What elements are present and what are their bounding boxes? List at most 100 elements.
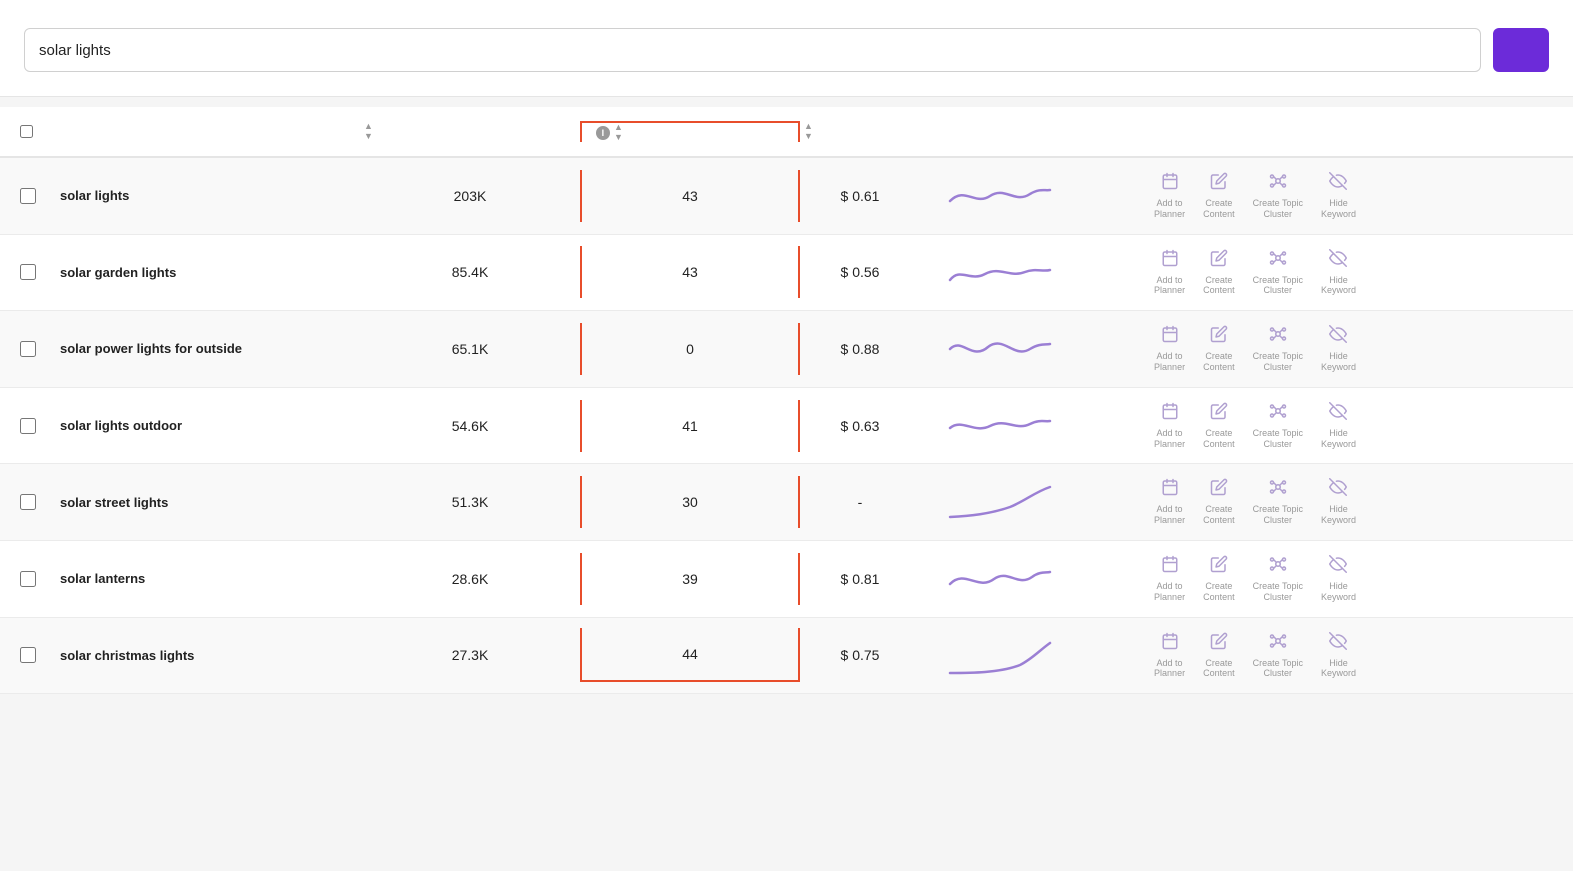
row-checkbox-5[interactable]	[20, 571, 36, 587]
col-header-cpc[interactable]: ▲▼	[800, 122, 920, 141]
volume-cell: 54.6K	[360, 418, 580, 434]
cpc-cell: $ 0.61	[800, 188, 920, 204]
action-btn-add-planner[interactable]: Add toPlanner	[1150, 321, 1189, 377]
action-btn-create-topic-cluster[interactable]: Create TopicCluster	[1249, 551, 1307, 607]
edit-icon	[1210, 555, 1228, 578]
row-checkbox-1[interactable]	[20, 264, 36, 280]
action-btn-create-topic-cluster[interactable]: Create TopicCluster	[1249, 321, 1307, 377]
volume-cell: 65.1K	[360, 341, 580, 357]
difficulty-cell: 43	[580, 246, 800, 298]
action-cell: Add toPlanner CreateContent Create Topic…	[1080, 628, 1360, 684]
calendar-icon	[1161, 632, 1179, 655]
action-btn-hide-keyword[interactable]: HideKeyword	[1317, 245, 1360, 301]
row-checkbox-cell	[20, 188, 60, 204]
difficulty-cell: 30	[580, 476, 800, 528]
keyword-cell: solar christmas lights	[60, 648, 360, 663]
action-btn-add-planner[interactable]: Add toPlanner	[1150, 628, 1189, 684]
difficulty-cell: 39	[580, 553, 800, 605]
action-btn-create-topic-cluster[interactable]: Create TopicCluster	[1249, 628, 1307, 684]
table-row: solar power lights for outside 65.1K 0 $…	[0, 311, 1573, 388]
keyword-cell: solar lanterns	[60, 571, 360, 586]
action-btn-hide-keyword[interactable]: HideKeyword	[1317, 321, 1360, 377]
trends-cell	[920, 635, 1080, 675]
generate-keywords-button[interactable]	[1493, 28, 1549, 72]
table-row: solar lanterns 28.6K 39 $ 0.81 Add toPla…	[0, 541, 1573, 618]
difficulty-sort-icon: ▲▼	[614, 123, 623, 142]
keyword-cell: solar lights	[60, 188, 360, 203]
trends-cell	[920, 252, 1080, 292]
action-btn-create-content[interactable]: CreateContent	[1199, 168, 1239, 224]
action-btn-create-content[interactable]: CreateContent	[1199, 321, 1239, 377]
row-checkbox-cell	[20, 647, 60, 663]
trends-cell	[920, 176, 1080, 216]
action-btn-create-topic-cluster[interactable]: Create TopicCluster	[1249, 398, 1307, 454]
edit-icon	[1210, 249, 1228, 272]
difficulty-info-icon[interactable]: i	[596, 126, 610, 140]
col-header-checkbox	[20, 125, 60, 138]
volume-cell: 27.3K	[360, 647, 580, 663]
hide-icon	[1329, 325, 1347, 348]
action-btn-add-planner[interactable]: Add toPlanner	[1150, 398, 1189, 454]
trends-cell	[920, 559, 1080, 599]
cluster-icon	[1269, 555, 1287, 578]
action-cell: Add toPlanner CreateContent Create Topic…	[1080, 168, 1360, 224]
action-btn-create-content[interactable]: CreateContent	[1199, 245, 1239, 301]
volume-cell: 51.3K	[360, 494, 580, 510]
col-header-difficulty[interactable]: i ▲▼	[580, 121, 800, 142]
keyword-cell: solar power lights for outside	[60, 341, 360, 356]
action-btn-create-content[interactable]: CreateContent	[1199, 551, 1239, 607]
volume-cell: 85.4K	[360, 264, 580, 280]
action-btn-hide-keyword[interactable]: HideKeyword	[1317, 474, 1360, 530]
action-btn-create-topic-cluster[interactable]: Create TopicCluster	[1249, 168, 1307, 224]
action-cell: Add toPlanner CreateContent Create Topic…	[1080, 551, 1360, 607]
row-checkbox-6[interactable]	[20, 647, 36, 663]
trends-cell	[920, 482, 1080, 522]
keywords-table: ▲▼ i ▲▼ ▲▼ solar lights 203K 43	[0, 107, 1573, 694]
row-checkbox-cell	[20, 264, 60, 280]
hide-icon	[1329, 172, 1347, 195]
cpc-cell: $ 0.81	[800, 571, 920, 587]
hide-icon	[1329, 249, 1347, 272]
trends-cell	[920, 406, 1080, 446]
row-checkbox-cell	[20, 418, 60, 434]
cpc-cell: $ 0.88	[800, 341, 920, 357]
row-checkbox-0[interactable]	[20, 188, 36, 204]
edit-icon	[1210, 402, 1228, 425]
seed-keyword-input[interactable]	[24, 28, 1481, 72]
row-checkbox-2[interactable]	[20, 341, 36, 357]
keyword-cell: solar lights outdoor	[60, 418, 360, 433]
action-btn-add-planner[interactable]: Add toPlanner	[1150, 551, 1189, 607]
cluster-icon	[1269, 325, 1287, 348]
col-header-volume[interactable]: ▲▼	[360, 122, 580, 141]
row-checkbox-3[interactable]	[20, 418, 36, 434]
cluster-icon	[1269, 632, 1287, 655]
action-btn-create-content[interactable]: CreateContent	[1199, 398, 1239, 454]
cpc-cell: $ 0.75	[800, 647, 920, 663]
action-btn-create-topic-cluster[interactable]: Create TopicCluster	[1249, 474, 1307, 530]
action-btn-create-content[interactable]: CreateContent	[1199, 474, 1239, 530]
action-btn-hide-keyword[interactable]: HideKeyword	[1317, 551, 1360, 607]
action-btn-hide-keyword[interactable]: HideKeyword	[1317, 628, 1360, 684]
action-btn-create-topic-cluster[interactable]: Create TopicCluster	[1249, 245, 1307, 301]
table-header-row: ▲▼ i ▲▼ ▲▼	[0, 107, 1573, 158]
cpc-cell: $ 0.56	[800, 264, 920, 280]
hide-icon	[1329, 478, 1347, 501]
edit-icon	[1210, 172, 1228, 195]
action-btn-add-planner[interactable]: Add toPlanner	[1150, 474, 1189, 530]
calendar-icon	[1161, 249, 1179, 272]
calendar-icon	[1161, 325, 1179, 348]
action-btn-create-content[interactable]: CreateContent	[1199, 628, 1239, 684]
edit-icon	[1210, 632, 1228, 655]
action-btn-hide-keyword[interactable]: HideKeyword	[1317, 398, 1360, 454]
calendar-icon	[1161, 172, 1179, 195]
action-btn-add-planner[interactable]: Add toPlanner	[1150, 168, 1189, 224]
volume-cell: 28.6K	[360, 571, 580, 587]
calendar-icon	[1161, 555, 1179, 578]
row-checkbox-4[interactable]	[20, 494, 36, 510]
edit-icon	[1210, 325, 1228, 348]
action-btn-hide-keyword[interactable]: HideKeyword	[1317, 168, 1360, 224]
row-checkbox-cell	[20, 494, 60, 510]
action-cell: Add toPlanner CreateContent Create Topic…	[1080, 398, 1360, 454]
action-btn-add-planner[interactable]: Add toPlanner	[1150, 245, 1189, 301]
select-all-checkbox[interactable]	[20, 125, 33, 138]
